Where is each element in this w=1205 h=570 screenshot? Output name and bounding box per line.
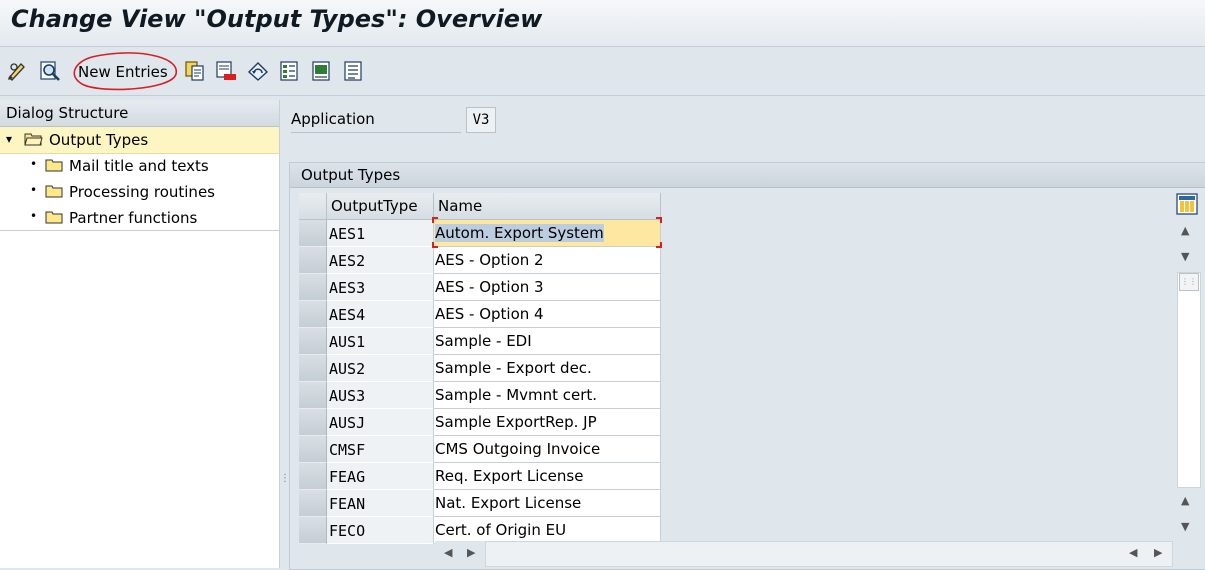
name-cell[interactable]: AES - Option 4 — [434, 301, 661, 328]
scroll-down-icon[interactable]: ▼ — [1181, 250, 1189, 263]
table-title-bar: Output Types — [290, 163, 1205, 188]
row-selector[interactable] — [299, 355, 327, 382]
name-cell[interactable]: Sample - EDI — [434, 328, 661, 355]
table-row[interactable]: FEAN Nat. Export License — [299, 490, 661, 517]
name-cell[interactable]: Cert. of Origin EU — [434, 517, 661, 544]
pane-splitter[interactable]: ⋮ — [280, 96, 290, 568]
name-cell[interactable]: AES - Option 3 — [434, 274, 661, 301]
dialog-structure-panel: Dialog Structure ▾ Output Types • Mail t… — [0, 100, 280, 568]
outputtype-cell[interactable]: CMSF — [327, 436, 434, 463]
scroll-left-icon[interactable]: ◀ — [444, 546, 452, 559]
table-row[interactable]: FECO Cert. of Origin EU — [299, 517, 661, 544]
outputtype-cell[interactable]: AUS3 — [327, 382, 434, 409]
row-selector[interactable] — [299, 409, 327, 436]
vertical-scrollbar[interactable]: ▲ ▼ ⋮⋮ ▲ ▼ — [1176, 218, 1201, 540]
row-selector[interactable] — [299, 463, 327, 490]
row-selector[interactable] — [299, 274, 327, 301]
outputtype-cell[interactable]: FEAN — [327, 490, 434, 517]
outputtype-cell[interactable]: AUSJ — [327, 409, 434, 436]
scroll-track[interactable] — [1177, 272, 1201, 488]
outputtype-cell[interactable]: AES2 — [327, 247, 434, 274]
scroll-first-icon[interactable]: ◀ — [1129, 546, 1137, 559]
page-title: Change View "Output Types": Overview — [11, 5, 543, 33]
outputtype-cell[interactable]: FEAG — [327, 463, 434, 490]
name-cell[interactable]: AES - Option 2 — [434, 247, 661, 274]
row-selector[interactable] — [299, 220, 327, 247]
select-all-rows-cell[interactable] — [299, 193, 327, 220]
table-settings-icon[interactable] — [1176, 193, 1198, 215]
table-row[interactable]: AES1 Autom. Export System — [299, 220, 661, 247]
outputtype-cell[interactable]: AES3 — [327, 274, 434, 301]
application-label: Application — [291, 110, 461, 133]
outputtype-cell[interactable]: AUS2 — [327, 355, 434, 382]
open-folder-icon — [24, 133, 43, 146]
details-icon[interactable] — [39, 60, 61, 82]
outputtype-cell[interactable]: AES4 — [327, 301, 434, 328]
name-cell[interactable]: Sample - Mvmnt cert. — [434, 382, 661, 409]
delete-icon[interactable] — [215, 60, 237, 82]
name-cell[interactable]: Sample ExportRep. JP — [434, 409, 661, 436]
tree-item-partner-functions[interactable]: • Partner functions — [0, 205, 279, 231]
table-row[interactable]: AES4 AES - Option 4 — [299, 301, 661, 328]
undo-change-icon[interactable] — [247, 60, 269, 82]
table-row[interactable]: AES2 AES - Option 2 — [299, 247, 661, 274]
deselect-all-icon[interactable] — [343, 60, 365, 82]
table-row[interactable]: AUS2 Sample - Export dec. — [299, 355, 661, 382]
row-selector[interactable] — [299, 247, 327, 274]
name-cell[interactable]: CMS Outgoing Invoice — [434, 436, 661, 463]
scroll-last-icon[interactable]: ▶ — [1154, 546, 1162, 559]
new-entries-button[interactable]: New Entries — [78, 63, 168, 81]
bullet-icon: • — [30, 183, 38, 197]
scroll-thumb[interactable]: ⋮⋮ — [1179, 273, 1199, 291]
scroll-up-icon[interactable]: ▲ — [1181, 224, 1189, 237]
outputtype-cell[interactable]: AUS1 — [327, 328, 434, 355]
table-row[interactable]: AES3 AES - Option 3 — [299, 274, 661, 301]
title-bar: Change View "Output Types": Overview — [0, 0, 1205, 47]
column-header-name[interactable]: Name — [434, 193, 661, 220]
row-selector[interactable] — [299, 328, 327, 355]
select-all-icon[interactable] — [279, 60, 301, 82]
name-cell[interactable]: Nat. Export License — [434, 490, 661, 517]
tree-item-output-types[interactable]: ▾ Output Types — [0, 127, 279, 154]
outputtype-cell[interactable]: AES1 — [327, 220, 434, 247]
expand-arrow-icon[interactable]: ▾ — [6, 132, 12, 146]
row-selector[interactable] — [299, 517, 327, 544]
tree-item-processing-routines[interactable]: • Processing routines — [0, 179, 279, 205]
folder-icon — [45, 185, 63, 198]
dialog-structure-header: Dialog Structure — [0, 100, 279, 127]
table-row[interactable]: AUSJ Sample ExportRep. JP — [299, 409, 661, 436]
folder-icon — [45, 159, 63, 172]
outputtype-cell[interactable]: FECO — [327, 517, 434, 544]
tree-divider — [0, 230, 279, 231]
column-header-outputtype[interactable]: OutputType — [327, 193, 434, 220]
row-selector[interactable] — [299, 382, 327, 409]
name-cell[interactable]: Sample - Export dec. — [434, 355, 661, 382]
display-change-icon[interactable] — [6, 60, 28, 82]
horizontal-scrollbar[interactable]: ◀ ▶ ◀ ▶ — [435, 541, 1173, 567]
row-selector[interactable] — [299, 301, 327, 328]
table-row[interactable]: AUS3 Sample - Mvmnt cert. — [299, 382, 661, 409]
name-cell[interactable]: Req. Export License — [434, 463, 661, 490]
page-down-icon[interactable]: ▼ — [1181, 520, 1189, 533]
table-row[interactable]: CMSF CMS Outgoing Invoice — [299, 436, 661, 463]
hscroll-track[interactable] — [485, 541, 1173, 567]
table-row[interactable]: FEAG Req. Export License — [299, 463, 661, 490]
bullet-icon: • — [30, 209, 38, 223]
copy-as-icon[interactable] — [184, 60, 206, 82]
scroll-right-icon[interactable]: ▶ — [467, 546, 475, 559]
application-toolbar: New Entries — [0, 47, 1205, 96]
table-row[interactable]: AUS1 Sample - EDI — [299, 328, 661, 355]
application-field[interactable]: V3 — [466, 107, 496, 133]
bullet-icon: • — [30, 157, 38, 171]
select-block-icon[interactable] — [311, 60, 333, 82]
row-selector[interactable] — [299, 436, 327, 463]
tree-item-mail-title[interactable]: • Mail title and texts — [0, 153, 279, 179]
row-selector[interactable] — [299, 490, 327, 517]
page-up-icon[interactable]: ▲ — [1181, 494, 1189, 507]
folder-icon — [45, 211, 63, 224]
name-cell[interactable]: Autom. Export System — [434, 220, 661, 247]
